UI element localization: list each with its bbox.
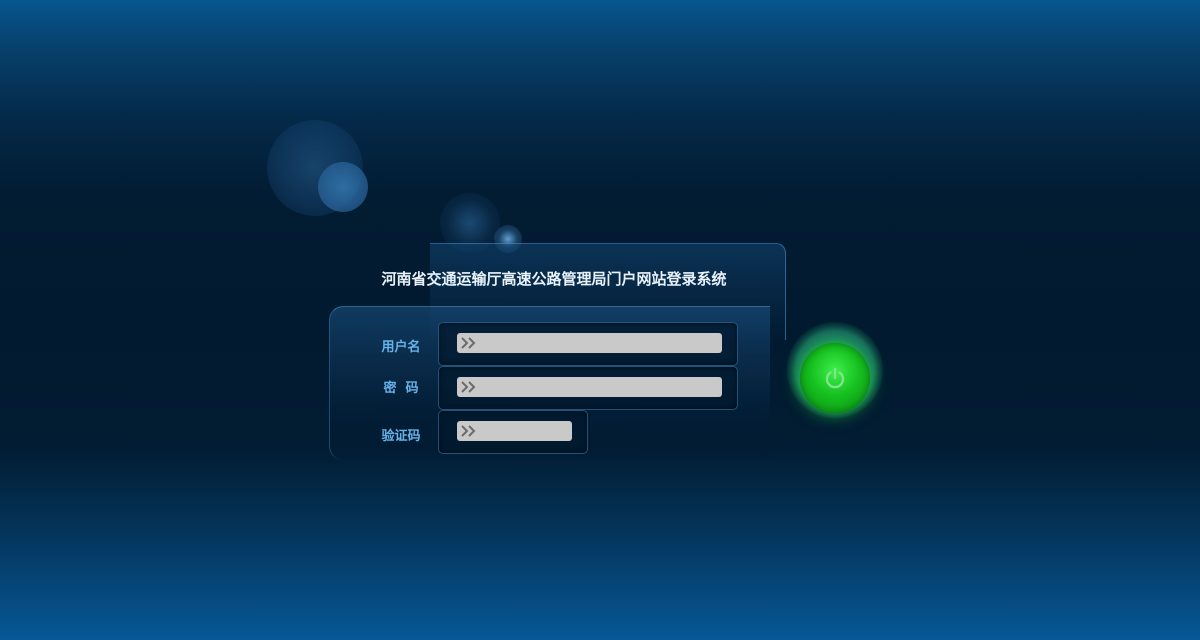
- background-glow-medium: [318, 162, 368, 212]
- login-title: 河南省交通运输厅高速公路管理局门户网站登录系统: [381, 270, 727, 288]
- username-input[interactable]: [457, 333, 722, 353]
- username-label: 用户名: [381, 340, 421, 355]
- chevron-double-right-icon: [461, 337, 476, 349]
- login-button[interactable]: [800, 343, 870, 413]
- chevron-double-right-icon: [461, 381, 476, 393]
- password-input[interactable]: [457, 377, 722, 397]
- password-label: 密 码: [383, 381, 419, 396]
- captcha-label: 验证码: [381, 429, 421, 444]
- power-icon: [825, 367, 845, 389]
- chevron-double-right-icon: [461, 425, 476, 437]
